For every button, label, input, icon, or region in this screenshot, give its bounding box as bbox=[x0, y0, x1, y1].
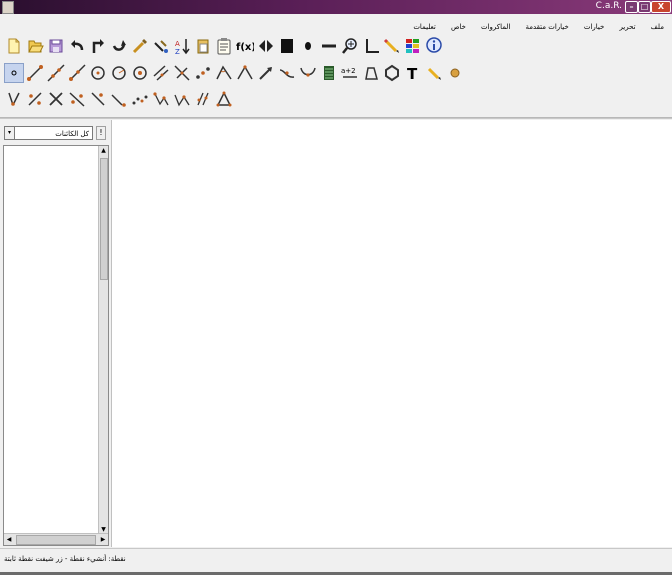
open-file-icon[interactable] bbox=[25, 36, 45, 56]
expression-icon[interactable]: a+2 bbox=[340, 63, 360, 83]
perpendicular-icon[interactable] bbox=[172, 63, 192, 83]
undo-icon[interactable] bbox=[67, 36, 87, 56]
color-ball-icon[interactable] bbox=[445, 63, 465, 83]
triangle-chain-icon[interactable] bbox=[151, 89, 171, 109]
svg-text:T: T bbox=[407, 65, 418, 82]
svg-text:f(x): f(x) bbox=[236, 42, 254, 53]
broken-line-icon[interactable] bbox=[172, 89, 192, 109]
ray-icon[interactable] bbox=[67, 63, 87, 83]
toolbar-divider bbox=[0, 117, 672, 118]
chain-icon[interactable] bbox=[130, 89, 150, 109]
status-text: نقطة: أنشيء نقطة - زر شيفت نقطة ثابتة bbox=[4, 555, 126, 563]
edit-icon[interactable] bbox=[151, 36, 171, 56]
pencil-tool-icon[interactable] bbox=[424, 63, 444, 83]
scroll-right-icon[interactable]: ▶ bbox=[98, 534, 108, 545]
info-icon[interactable] bbox=[424, 36, 444, 56]
object-panel: كل الكائنات ▾ ! ▲ ▼ ◀ ▶ bbox=[0, 120, 110, 547]
status-bar: نقطة: أنشيء نقطة - زر شيفت نقطة ثابتة bbox=[0, 548, 672, 573]
line-icon[interactable] bbox=[46, 63, 66, 83]
color-grid-icon[interactable] bbox=[403, 36, 423, 56]
vertical-scrollbar[interactable]: ▲ ▼ bbox=[98, 146, 108, 534]
text-icon[interactable]: T bbox=[403, 63, 423, 83]
maximize-button[interactable]: □ bbox=[638, 1, 651, 13]
title-bar: C.a.R. – □ X bbox=[0, 0, 672, 14]
sort-icon[interactable]: AZ bbox=[172, 36, 192, 56]
polygon-icon[interactable] bbox=[361, 63, 381, 83]
pencil-icon[interactable] bbox=[382, 36, 402, 56]
close-button[interactable]: X bbox=[651, 1, 671, 13]
minimize-button[interactable]: – bbox=[625, 1, 638, 13]
midpoint-icon[interactable] bbox=[193, 63, 213, 83]
object-filter-select[interactable]: كل الكائنات bbox=[4, 126, 93, 140]
segment-icon[interactable] bbox=[25, 63, 45, 83]
rotate-icon[interactable] bbox=[109, 89, 129, 109]
object-list[interactable]: ▲ ▼ ◀ ▶ bbox=[3, 145, 109, 546]
function-icon[interactable]: f(x) bbox=[235, 36, 255, 56]
exclamation-button[interactable]: ! bbox=[96, 126, 106, 140]
reflect-icon[interactable] bbox=[88, 89, 108, 109]
menu-bar: ملف تحرير خيارات خيارات متقدمة الماكروات… bbox=[0, 14, 672, 31]
line-thickness-icon[interactable] bbox=[319, 36, 339, 56]
svg-text:Z: Z bbox=[175, 48, 180, 55]
tangent-icon[interactable] bbox=[67, 89, 87, 109]
bisector-icon[interactable] bbox=[25, 89, 45, 109]
save-file-icon[interactable] bbox=[46, 36, 66, 56]
intersection-icon[interactable] bbox=[4, 89, 24, 109]
multiple-points-icon[interactable] bbox=[193, 89, 213, 109]
angle-icon[interactable] bbox=[214, 63, 234, 83]
function-graph-icon[interactable] bbox=[319, 63, 339, 83]
point-icon[interactable] bbox=[4, 63, 24, 83]
drawing-canvas[interactable] bbox=[111, 120, 672, 547]
compass-circle-icon[interactable] bbox=[130, 63, 150, 83]
horizontal-scroll-thumb[interactable] bbox=[16, 535, 96, 545]
toolbar-row-3 bbox=[4, 88, 234, 110]
vector-icon[interactable] bbox=[256, 63, 276, 83]
mirror-icon[interactable] bbox=[256, 36, 276, 56]
chevron-down-icon[interactable]: ▾ bbox=[4, 126, 15, 140]
horizontal-scrollbar[interactable]: ◀ ▶ bbox=[4, 533, 108, 545]
toolbar: AZ f(x) a+2 T bbox=[0, 32, 672, 119]
circle-radius-icon[interactable] bbox=[109, 63, 129, 83]
parallel-icon[interactable] bbox=[151, 63, 171, 83]
circle-icon[interactable] bbox=[88, 63, 108, 83]
regular-polygon-icon[interactable] bbox=[382, 63, 402, 83]
black-square-icon[interactable] bbox=[277, 36, 297, 56]
cross-icon[interactable] bbox=[46, 89, 66, 109]
conic-icon[interactable] bbox=[298, 63, 318, 83]
fixed-angle-icon[interactable] bbox=[235, 63, 255, 83]
delete-icon[interactable] bbox=[130, 36, 150, 56]
back-icon[interactable] bbox=[109, 36, 129, 56]
redo-reset-icon[interactable] bbox=[88, 36, 108, 56]
vertical-scroll-thumb[interactable] bbox=[100, 158, 108, 280]
axes-icon[interactable] bbox=[361, 36, 381, 56]
arc-icon[interactable] bbox=[277, 63, 297, 83]
toolbar-row-2: a+2 T bbox=[4, 62, 465, 84]
triangle-icon[interactable] bbox=[214, 89, 234, 109]
clipboard-icon[interactable] bbox=[193, 36, 213, 56]
zoom-icon[interactable] bbox=[340, 36, 360, 56]
scroll-left-icon[interactable]: ◀ bbox=[4, 534, 14, 545]
app-icon[interactable] bbox=[2, 1, 14, 14]
svg-text:a+2: a+2 bbox=[341, 67, 356, 75]
scroll-up-icon[interactable]: ▲ bbox=[99, 146, 108, 155]
dot-icon[interactable] bbox=[298, 36, 318, 56]
window-title: C.a.R. bbox=[595, 1, 622, 11]
clipboard-text-icon[interactable] bbox=[214, 36, 234, 56]
new-file-icon[interactable] bbox=[4, 36, 24, 56]
svg-text:A: A bbox=[175, 40, 180, 48]
toolbar-row-1: AZ f(x) bbox=[4, 35, 444, 57]
